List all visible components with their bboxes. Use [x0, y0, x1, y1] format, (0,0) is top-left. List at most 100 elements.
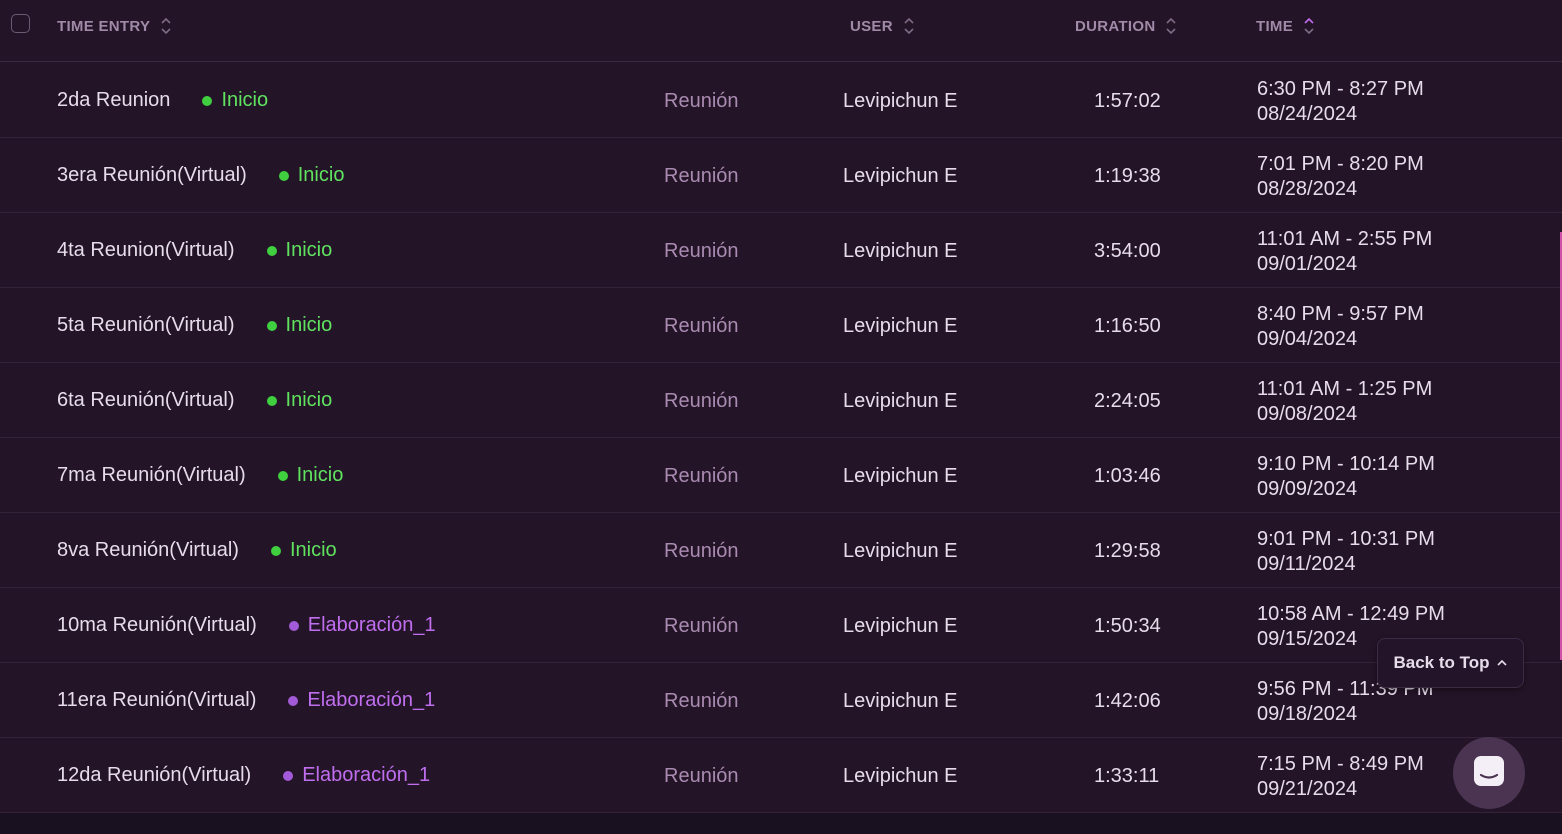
project-badge[interactable]: Elaboración_1 [288, 689, 435, 712]
time-range: 9:10 PM - 10:14 PM [1257, 453, 1435, 475]
project-badge[interactable]: Inicio [278, 164, 344, 187]
entry-cell: 4ta Reunion(Virtual) Inicio [57, 239, 332, 262]
tag-label[interactable]: Reunión [664, 165, 739, 188]
entry-date: 09/04/2024 [1257, 328, 1358, 350]
chat-launcher-button[interactable] [1453, 737, 1525, 809]
tag-label[interactable]: Reunión [664, 240, 739, 263]
tag-label[interactable]: Reunión [664, 315, 739, 338]
table-row[interactable]: 5ta Reunión(Virtual) Inicio Reunión Levi… [0, 288, 1562, 363]
tag-label[interactable]: Reunión [664, 615, 739, 638]
time-range: 10:58 AM - 12:49 PM [1257, 603, 1445, 625]
project-badge[interactable]: Inicio [202, 89, 268, 112]
table-row[interactable]: 6ta Reunión(Virtual) Inicio Reunión Levi… [0, 363, 1562, 438]
table-row[interactable]: 7ma Reunión(Virtual) Inicio Reunión Levi… [0, 438, 1562, 513]
user-name: Levipichun E [843, 690, 958, 712]
entry-cell: 8va Reunión(Virtual) Inicio [57, 539, 337, 562]
tag-label[interactable]: Reunión [664, 465, 739, 488]
duration-value[interactable]: 1:33:11 [1094, 765, 1159, 788]
entry-name[interactable]: 2da Reunion [57, 89, 170, 112]
time-range: 8:40 PM - 9:57 PM [1257, 303, 1424, 325]
entry-name[interactable]: 8va Reunión(Virtual) [57, 539, 239, 562]
duration-value[interactable]: 1:57:02 [1094, 90, 1161, 113]
sort-icon[interactable] [160, 16, 172, 36]
time-range-cell[interactable]: 7:15 PM - 8:49 PM 09/21/2024 [1257, 752, 1424, 802]
column-header-time-entry[interactable]: TIME ENTRY [57, 17, 172, 35]
duration-value[interactable]: 3:54:00 [1094, 240, 1161, 263]
project-badge[interactable]: Inicio [270, 539, 337, 562]
column-label: USER [850, 17, 893, 35]
user-name: Levipichun E [843, 90, 958, 112]
entry-name[interactable]: 11era Reunión(Virtual) [57, 689, 256, 712]
project-name: Elaboración_1 [307, 614, 436, 636]
back-to-top-button[interactable]: Back to Top [1377, 638, 1524, 688]
duration-value[interactable]: 1:29:58 [1094, 540, 1161, 563]
duration-value[interactable]: 1:16:50 [1094, 315, 1161, 338]
time-range: 6:30 PM - 8:27 PM [1257, 78, 1424, 100]
time-range-cell[interactable]: 7:01 PM - 8:20 PM 08/28/2024 [1257, 152, 1424, 202]
column-label: DURATION [1075, 17, 1156, 35]
tag-label[interactable]: Reunión [664, 390, 739, 413]
duration-value[interactable]: 1:19:38 [1094, 165, 1161, 188]
table-row[interactable]: 8va Reunión(Virtual) Inicio Reunión Levi… [0, 513, 1562, 588]
entry-name[interactable]: 12da Reunión(Virtual) [57, 764, 251, 787]
entry-cell: 2da Reunion Inicio [57, 89, 268, 112]
user-name: Levipichun E [843, 390, 958, 412]
table-row[interactable]: 3era Reunión(Virtual) Inicio Reunión Lev… [0, 138, 1562, 213]
time-range-cell[interactable]: 11:01 AM - 1:25 PM 09/08/2024 [1257, 377, 1432, 427]
column-header-user[interactable]: USER [850, 17, 915, 35]
entry-cell: 7ma Reunión(Virtual) Inicio [57, 464, 343, 487]
time-range-cell[interactable]: 9:01 PM - 10:31 PM 09/11/2024 [1257, 527, 1435, 577]
time-range-cell[interactable]: 11:01 AM - 2:55 PM 09/01/2024 [1257, 227, 1432, 277]
entry-name[interactable]: 5ta Reunión(Virtual) [57, 314, 235, 337]
table-row[interactable]: 2da Reunion Inicio Reunión Levipichun E … [0, 63, 1562, 138]
project-name: Inicio [285, 389, 333, 411]
project-badge[interactable]: Inicio [266, 389, 333, 412]
sort-icon[interactable] [1303, 16, 1315, 36]
project-dot-icon [277, 470, 288, 481]
column-header-duration[interactable]: DURATION [1075, 17, 1177, 35]
sort-icon[interactable] [903, 16, 915, 36]
entry-name[interactable]: 3era Reunión(Virtual) [57, 164, 247, 187]
user-name: Levipichun E [843, 615, 958, 637]
chat-icon [1472, 754, 1506, 793]
sort-icon[interactable] [1165, 16, 1177, 36]
duration-value[interactable]: 1:03:46 [1094, 465, 1161, 488]
project-badge[interactable]: Inicio [266, 314, 332, 337]
project-name: Inicio [296, 464, 344, 486]
time-range: 7:01 PM - 8:20 PM [1257, 153, 1424, 175]
duration-value[interactable]: 2:24:05 [1094, 390, 1161, 413]
column-header-time[interactable]: TIME [1256, 17, 1315, 35]
time-range: 11:01 AM - 1:25 PM [1257, 378, 1433, 400]
entry-name[interactable]: 10ma Reunión(Virtual) [57, 614, 257, 637]
entry-name[interactable]: 6ta Reunión(Virtual) [57, 389, 235, 412]
project-name: Inicio [221, 89, 269, 111]
table-row[interactable]: 4ta Reunion(Virtual) Inicio Reunión Levi… [0, 213, 1562, 288]
table-row[interactable]: 10ma Reunión(Virtual) Elaboración_1 Reun… [0, 588, 1562, 663]
table-row[interactable]: 11era Reunión(Virtual) Elaboración_1 Reu… [0, 663, 1562, 738]
table-row[interactable]: 12da Reunión(Virtual) Elaboración_1 Reun… [0, 738, 1562, 813]
project-name: Inicio [289, 539, 337, 561]
select-all-checkbox[interactable] [11, 14, 30, 33]
entry-date: 09/18/2024 [1257, 703, 1358, 725]
entry-cell: 6ta Reunión(Virtual) Inicio [57, 389, 332, 412]
project-badge[interactable]: Elaboración_1 [283, 764, 430, 787]
entry-name[interactable]: 4ta Reunion(Virtual) [57, 239, 235, 262]
time-range-cell[interactable]: 6:30 PM - 8:27 PM 08/24/2024 [1257, 77, 1424, 127]
duration-value[interactable]: 1:42:06 [1094, 690, 1161, 713]
project-name: Inicio [285, 239, 333, 261]
time-range-cell[interactable]: 8:40 PM - 9:57 PM 09/04/2024 [1257, 302, 1424, 352]
column-label: TIME ENTRY [57, 17, 151, 35]
entry-name[interactable]: 7ma Reunión(Virtual) [57, 464, 246, 487]
entry-date: 08/24/2024 [1257, 103, 1358, 125]
user-name: Levipichun E [843, 765, 958, 787]
tag-label[interactable]: Reunión [664, 540, 739, 563]
tag-label[interactable]: Reunión [664, 690, 739, 713]
duration-value[interactable]: 1:50:34 [1094, 615, 1161, 638]
project-badge[interactable]: Elaboración_1 [288, 614, 436, 637]
tag-label[interactable]: Reunión [664, 765, 739, 788]
project-dot-icon [288, 695, 299, 706]
project-badge[interactable]: Inicio [266, 239, 333, 262]
time-range-cell[interactable]: 9:10 PM - 10:14 PM 09/09/2024 [1257, 452, 1435, 502]
tag-label[interactable]: Reunión [664, 90, 739, 113]
project-badge[interactable]: Inicio [277, 464, 344, 487]
